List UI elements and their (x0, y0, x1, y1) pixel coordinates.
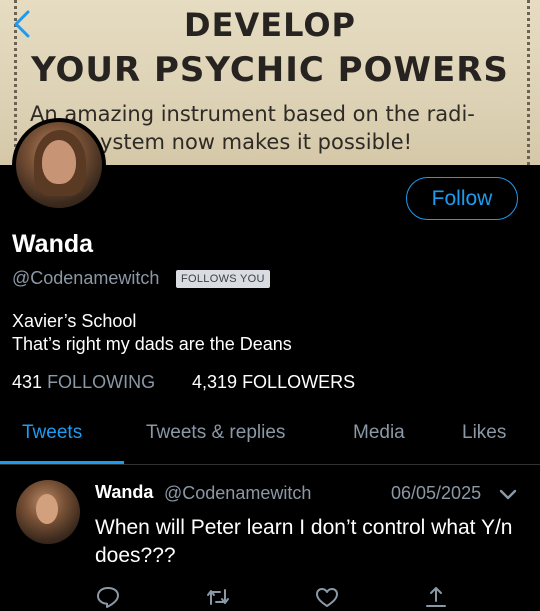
tab-media[interactable]: Media (353, 422, 405, 444)
profile-avatar[interactable] (12, 118, 106, 212)
profile-tabs: Tweets Tweets & replies Media Likes (0, 408, 540, 465)
chevron-left-icon[interactable] (8, 8, 36, 40)
following-label: FOLLOWING (47, 372, 156, 392)
following-count: 431 (12, 372, 43, 392)
profile-handle: @Codenamewitch (12, 268, 160, 288)
follows-you-badge: FOLLOWS YOU (176, 270, 270, 288)
bio-line-1: Xavier’s School (12, 311, 137, 331)
banner-subtext-1: An amazing instrument based on the radi- (30, 102, 475, 126)
follow-button[interactable]: Follow (406, 177, 518, 220)
followers-stat[interactable]: 4,319 FOLLOWERS (192, 372, 355, 393)
followers-label: FOLLOWERS (242, 372, 356, 392)
reply-icon[interactable] (95, 585, 121, 609)
like-icon[interactable] (314, 585, 340, 609)
tab-tweets[interactable]: Tweets (22, 422, 82, 444)
following-stat[interactable]: 431 FOLLOWING (12, 372, 155, 393)
share-icon[interactable] (423, 585, 449, 609)
banner-subtext-2: ystem now makes it possible! (100, 130, 413, 154)
active-tab-indicator (0, 461, 124, 464)
banner-headline-2: YOUR PSYCHIC POWERS (31, 50, 509, 90)
tab-tweets-replies[interactable]: Tweets & replies (146, 422, 285, 444)
followers-count: 4,319 (192, 372, 238, 392)
tweet-date: 06/05/2025 (391, 483, 482, 503)
tweet-avatar[interactable] (16, 480, 80, 544)
chevron-down-icon[interactable] (498, 485, 518, 505)
tweet-text: When will Peter learn I don’t control wh… (95, 516, 513, 567)
tweet-author-handle: @Codenamewitch (164, 483, 312, 503)
bio-line-2: That’s right my dads are the Deans (12, 334, 292, 354)
retweet-icon[interactable] (205, 585, 231, 609)
tab-likes[interactable]: Likes (462, 422, 506, 444)
banner-headline-1: DEVELOP (184, 6, 356, 44)
profile-name: Wanda (12, 230, 94, 258)
tweet-author-name[interactable]: Wanda (95, 482, 153, 503)
